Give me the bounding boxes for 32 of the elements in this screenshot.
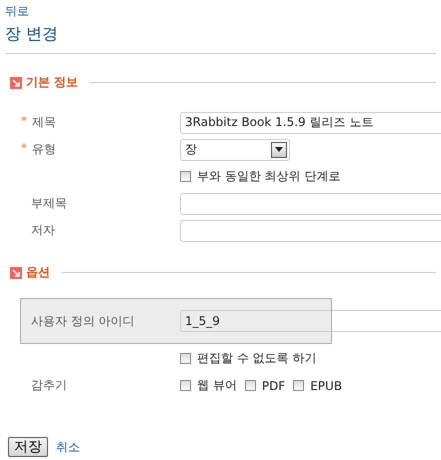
section-title: 옵션	[26, 264, 50, 281]
text-field[interactable]: 3Rabbitz Book 1.5.9 릴리즈 노트	[180, 112, 441, 134]
checkbox[interactable]	[180, 171, 191, 182]
checkbox-label: 웹 뷰어	[197, 377, 237, 394]
required-marker: *	[21, 114, 27, 130]
field-label: 유형	[32, 141, 56, 158]
checkbox-label: PDF	[262, 378, 286, 392]
section-arrow-icon	[10, 266, 22, 278]
checkbox-label: EPUB	[310, 378, 342, 392]
dropdown[interactable]: 장	[180, 138, 290, 160]
back-link[interactable]: 뒤로	[5, 4, 29, 18]
field-label: 저자	[31, 222, 55, 239]
checkbox[interactable]	[180, 353, 191, 364]
text-field[interactable]: 1_5_9	[180, 310, 441, 332]
required-marker: *	[21, 141, 27, 157]
field-label: 제목	[32, 114, 56, 131]
field-label: 부제목	[31, 195, 67, 212]
section-title: 기본 정보	[26, 74, 78, 91]
checkbox[interactable]	[293, 380, 304, 391]
text-field[interactable]	[180, 192, 441, 214]
page-title: 장 변경	[5, 24, 436, 54]
save-button[interactable]: 저장	[8, 437, 48, 457]
field-label: 감추기	[31, 377, 67, 394]
field-label: 사용자 정의 아이디	[31, 312, 135, 330]
checkbox-label: 편집할 수 없도록 하기	[197, 350, 316, 367]
checkbox[interactable]	[244, 380, 256, 391]
cancel-link[interactable]: 취소	[56, 438, 80, 456]
section-arrow-icon	[10, 76, 22, 88]
caret-icon	[275, 147, 283, 152]
checkbox-label: 부와 동일한 최상위 단계로	[197, 168, 340, 185]
text-field[interactable]	[180, 220, 441, 242]
checkbox[interactable]	[180, 380, 191, 391]
